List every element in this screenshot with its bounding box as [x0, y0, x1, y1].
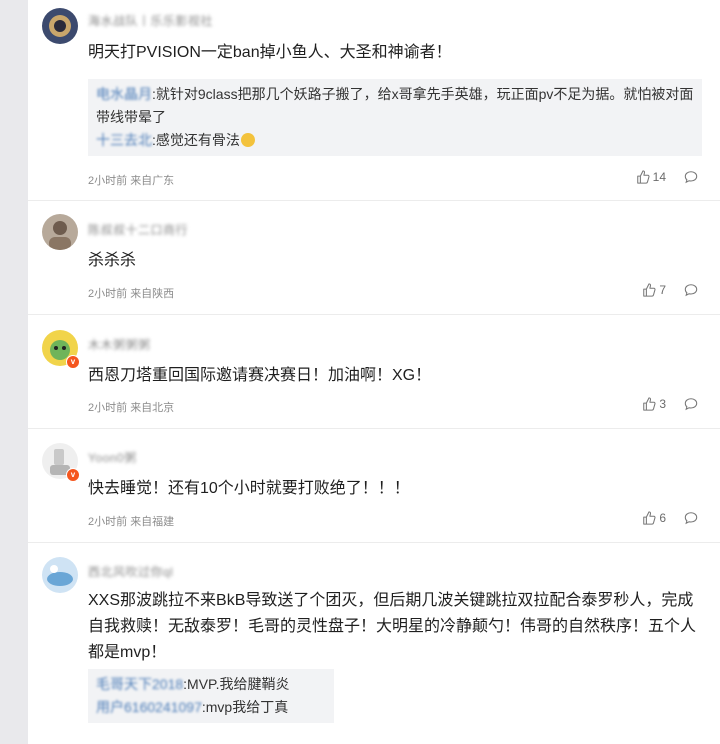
thumbs-up-icon — [643, 283, 656, 297]
verified-badge-icon: v — [66, 355, 80, 369]
like-button[interactable]: 3 — [642, 397, 666, 411]
comment-location: 来自北京 — [130, 402, 175, 414]
comment-time: 2小时前 — [88, 516, 128, 528]
comment-meta: 2小时前 来自陕西 — [88, 285, 174, 301]
reply-text: :mvp我给丁真 — [201, 699, 289, 715]
comment-item: v Yoon0粥 快去睡觉！还有10个小时就要打败绝了！！！ 2小时前 来自福建… — [28, 429, 720, 543]
comment-meta: 2小时前 来自福建 — [88, 513, 174, 529]
comment-time: 2小时前 — [88, 175, 128, 187]
like-button[interactable]: 6 — [642, 511, 666, 525]
like-count: 7 — [659, 283, 666, 297]
comment-text: 快去睡觉！还有10个小时就要打败绝了！！！ — [88, 480, 410, 497]
reply-item: 十三去北:感觉还有骨法 — [96, 129, 694, 152]
comment-bubble-icon — [684, 284, 698, 297]
reply-item: 电水晶月:就针对9class把那几个妖路子搬了，给x哥拿先手英雄，玩正面pv不足… — [96, 83, 694, 129]
reply-username[interactable]: 毛哥天下2018 — [96, 676, 183, 692]
reply-button[interactable] — [684, 170, 698, 184]
thumbs-up-icon — [636, 170, 650, 184]
like-button[interactable]: 14 — [636, 170, 666, 184]
comment-item: 海水战队丨乐乐影视社 明天打PVISION一定ban掉小鱼人、大圣和神谕者！ 电… — [28, 0, 720, 201]
comment-actions: 6 — [642, 511, 698, 525]
reply-username[interactable]: 电水晶月 — [96, 86, 152, 102]
username[interactable]: 陈叔叔十二口商行 — [88, 221, 188, 238]
like-count: 14 — [652, 170, 666, 184]
username[interactable]: Yoon0粥 — [88, 449, 137, 466]
comment-meta: 2小时前 来自广东 — [88, 172, 174, 188]
avatar[interactable] — [42, 557, 78, 593]
reply-box: 毛哥天下2018:MVP.我给腱鞘炎 用户6160241097:mvp我给丁真 — [88, 669, 334, 723]
comment-bubble-icon — [684, 398, 698, 411]
avatar[interactable] — [42, 214, 78, 250]
username[interactable]: 木木粥粥粥 — [88, 336, 151, 353]
thumbs-up-icon — [643, 511, 656, 525]
comment-location: 来自陕西 — [130, 288, 175, 300]
comment-panel: 海水战队丨乐乐影视社 明天打PVISION一定ban掉小鱼人、大圣和神谕者！ 电… — [28, 0, 720, 744]
comment-item: 西北风吹过你ql XXS那波跳拉不来BkB导致送了个团灭，但后期几波关键跳拉双拉… — [28, 543, 720, 744]
username[interactable]: 海水战队丨乐乐影视社 — [88, 12, 213, 29]
reply-item: 毛哥天下2018:MVP.我给腱鞘炎 — [96, 673, 326, 696]
comment-bubble-icon — [684, 512, 698, 525]
username[interactable]: 西北风吹过你ql — [88, 563, 173, 580]
comment-text: XXS那波跳拉不来BkB导致送了个团灭，但后期几波关键跳拉双拉配合泰罗秒人，完成… — [88, 592, 697, 661]
comment-meta: 2小时前 来自北京 — [88, 399, 174, 415]
comment-time: 2小时前 — [88, 402, 128, 414]
reply-button[interactable] — [684, 511, 698, 525]
comment-item: 陈叔叔十二口商行 杀杀杀 2小时前 来自陕西 7 — [28, 201, 720, 315]
reply-button[interactable] — [684, 397, 698, 411]
comment-actions: 14 — [636, 170, 698, 184]
like-count: 3 — [659, 397, 666, 411]
comment-item: v 木木粥粥粥 西恩刀塔重回国际邀请赛决赛日！加油啊！XG！ 2小时前 来自北京… — [28, 315, 720, 429]
comment-text: 杀杀杀 — [88, 252, 137, 269]
smile-emoji-icon — [240, 133, 255, 147]
comment-text: 西恩刀塔重回国际邀请赛决赛日！加油啊！XG！ — [88, 367, 432, 384]
reply-box: 电水晶月:就针对9class把那几个妖路子搬了，给x哥拿先手英雄，玩正面pv不足… — [88, 79, 702, 156]
reply-username[interactable]: 用户6160241097 — [96, 699, 202, 715]
thumbs-up-icon — [643, 397, 656, 411]
comment-actions: 3 — [642, 397, 698, 411]
comment-actions: 7 — [642, 283, 698, 297]
like-count: 6 — [659, 511, 666, 525]
comment-time: 2小时前 — [88, 288, 128, 300]
reply-text: :感觉还有骨法 — [152, 132, 240, 148]
comment-location: 来自福建 — [130, 516, 175, 528]
comment-location: 来自广东 — [130, 175, 175, 187]
reply-text: :就针对9class把那几个妖路子搬了，给x哥拿先手英雄，玩正面pv不足为据。就… — [96, 86, 694, 125]
reply-item: 用户6160241097:mvp我给丁真 — [96, 696, 326, 719]
reply-username[interactable]: 十三去北 — [96, 132, 152, 148]
comment-text: 明天打PVISION一定ban掉小鱼人、大圣和神谕者！ — [88, 44, 452, 61]
reply-button[interactable] — [684, 283, 698, 297]
avatar[interactable] — [42, 8, 78, 44]
reply-text: :MVP.我给腱鞘炎 — [183, 676, 290, 692]
verified-badge-icon: v — [66, 468, 80, 482]
like-button[interactable]: 7 — [642, 283, 666, 297]
comment-bubble-icon — [684, 171, 698, 184]
